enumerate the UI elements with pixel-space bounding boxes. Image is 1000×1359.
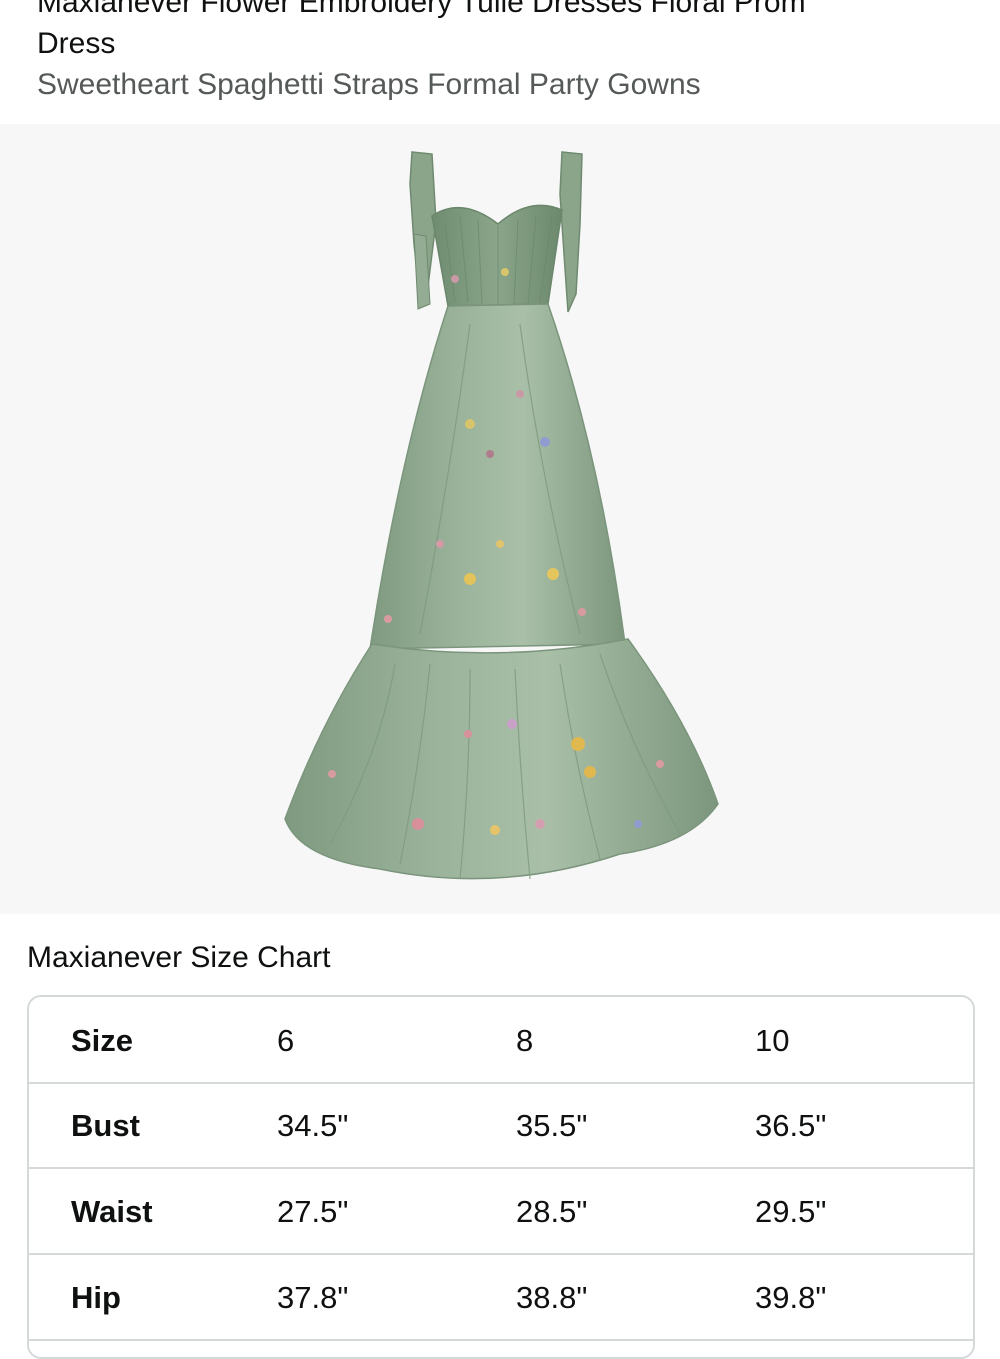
table-row-bust: Bust 34.5" 35.5" 36.5" <box>29 1082 973 1169</box>
size-cell: 8 <box>516 1023 534 1058</box>
waist-cell: 28.5" <box>516 1194 588 1229</box>
table-row-hip: Hip 37.8" 38.8" 39.8" <box>29 1254 973 1341</box>
size-cell: 6 <box>277 1023 295 1058</box>
bust-cell: 35.5" <box>516 1108 588 1143</box>
bust-cell: 34.5" <box>277 1108 349 1143</box>
product-subtitle: Sweetheart Spaghetti Straps Formal Party… <box>37 68 701 101</box>
product-title: Maxianever Flower Embroidery Tulle Dress… <box>37 0 806 19</box>
waist-cell: 29.5" <box>755 1194 827 1229</box>
product-title-block: Maxianever Flower Embroidery Tulle Dress… <box>37 0 977 105</box>
hip-cell: 39.8" <box>755 1280 827 1315</box>
table-row-waist: Waist 27.5" 28.5" 29.5" <box>29 1168 973 1255</box>
hip-cell: 37.8" <box>277 1280 349 1315</box>
dress-illustration <box>284 151 719 880</box>
size-chart-table: Size 6 8 10 Bust 34.5" 35.5" 36.5" Waist… <box>27 995 975 1359</box>
product-title-continued: Dress <box>37 27 116 60</box>
row-label: Size <box>71 1023 134 1058</box>
bust-cell: 36.5" <box>755 1108 827 1143</box>
row-label: Bust <box>71 1108 140 1143</box>
hip-cell: 38.8" <box>516 1280 588 1315</box>
size-cell: 10 <box>755 1023 790 1058</box>
product-image[interactable] <box>0 124 1000 914</box>
row-label: Waist <box>71 1194 153 1229</box>
row-label: Hip <box>71 1280 121 1315</box>
table-row-size: Size 6 8 10 <box>29 997 973 1084</box>
size-chart-title: Maxianever Size Chart <box>27 941 331 974</box>
waist-cell: 27.5" <box>277 1194 349 1229</box>
